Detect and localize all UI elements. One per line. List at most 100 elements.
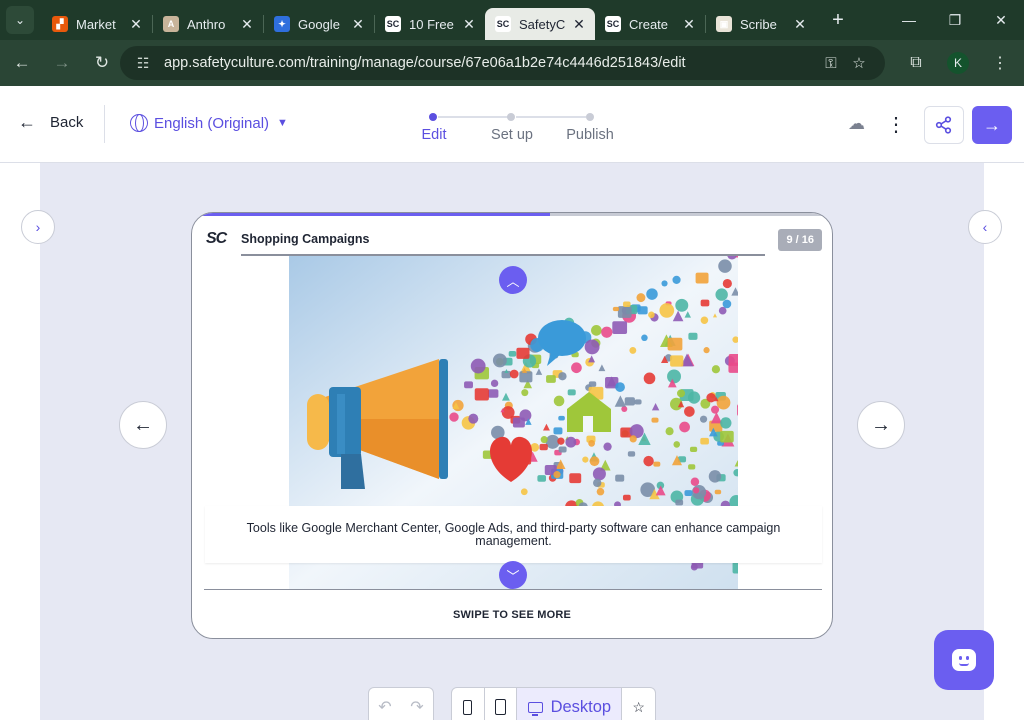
new-tab-button[interactable]: +	[824, 6, 852, 34]
chevron-left-icon: ‹	[982, 219, 988, 235]
window-controls: — ❐ ✕	[886, 0, 1024, 40]
reload-button[interactable]: ↻	[84, 45, 120, 81]
browser-tabs: ▞ Market ✕ A Anthro ✕ ✦ Google ✕ SC 10 Free ✕ SC Safe…	[42, 0, 816, 40]
tab-title: Google	[298, 16, 340, 32]
expand-right-panel-button[interactable]: ‹	[968, 210, 1002, 244]
step-connector	[438, 116, 508, 118]
site-settings-icon[interactable]: ☷	[132, 52, 154, 74]
browser-tabstrip: ⌄ ▞ Market ✕ A Anthro ✕ ✦ Google ✕ SC 10 Free ✕ SC Sa…	[0, 0, 1024, 40]
desktop-label: Desktop	[550, 697, 612, 716]
profile-button[interactable]: K	[940, 45, 976, 81]
bookmark-star-icon[interactable]: ☆	[845, 54, 873, 72]
left-panel-strip	[0, 163, 40, 720]
browser-forward-button[interactable]: →	[44, 45, 80, 81]
slide-title: Shopping Campaigns	[241, 232, 370, 246]
scroll-up-button[interactable]: ︿	[499, 266, 527, 294]
back-button[interactable]: ← Back	[18, 112, 83, 133]
avatar: K	[947, 52, 969, 74]
browser-tab[interactable]: ▣ Scribe ✕	[706, 8, 816, 40]
toolbar-right: ⧉ K ⋮	[898, 40, 1024, 86]
restore-button[interactable]: ❐	[932, 0, 978, 40]
close-tab-icon[interactable]: ✕	[461, 16, 477, 33]
star-icon: ☆	[632, 698, 645, 715]
tab-search-button[interactable]: ⌄	[6, 6, 34, 34]
close-tab-icon[interactable]: ✕	[571, 16, 587, 33]
tab-favicon-icon: ▞	[52, 16, 68, 32]
phone-icon	[463, 699, 473, 715]
tab-favicon-icon: SC	[605, 16, 621, 32]
key-icon[interactable]: ⚿	[817, 55, 845, 72]
step-setup[interactable]: Set up	[491, 127, 533, 143]
slide-caption: Tools like Google Merchant Center, Googl…	[246, 520, 781, 548]
reload-icon: ↻	[94, 53, 110, 72]
browser-tab[interactable]: SC 10 Free ✕	[375, 8, 485, 40]
browser-tab[interactable]: A Anthro ✕	[153, 8, 263, 40]
close-tab-icon[interactable]: ✕	[239, 16, 255, 33]
browser-toolbar: ← → ↻ ☷ app.safetyculture.com/training/m…	[0, 40, 1024, 86]
tablet-preview-button[interactable]	[485, 688, 518, 720]
browser-menu-icon[interactable]: ⋮	[982, 45, 1018, 81]
close-tab-icon[interactable]: ✕	[350, 16, 366, 33]
more-options-button[interactable]: ⋮	[886, 112, 906, 137]
browser-tab[interactable]: SC Create ✕	[595, 8, 705, 40]
stepper: Edit Set up Publish	[418, 110, 618, 150]
help-chat-button[interactable]	[934, 630, 994, 690]
previous-slide-button[interactable]: ←	[119, 401, 167, 449]
step-publish[interactable]: Publish	[566, 127, 614, 143]
tab-favicon-icon: ▣	[716, 16, 732, 32]
close-tab-icon[interactable]: ✕	[681, 16, 697, 33]
share-button[interactable]	[924, 106, 964, 144]
next-step-button[interactable]: →	[972, 106, 1012, 144]
mobile-preview-button[interactable]	[452, 688, 485, 720]
scroll-down-button[interactable]: ﹀	[499, 561, 527, 589]
browser-back-button[interactable]: ←	[4, 45, 40, 81]
close-tab-icon[interactable]: ✕	[792, 16, 808, 33]
tab-title: Anthro	[187, 16, 226, 32]
share-icon	[935, 116, 952, 134]
tab-favicon-icon: SC	[385, 16, 401, 32]
tab-title: 10 Free	[409, 16, 454, 32]
chevron-right-icon: ›	[35, 219, 41, 235]
tab-title: SafetyC	[519, 16, 566, 32]
close-window-button[interactable]: ✕	[978, 0, 1024, 40]
step-edit[interactable]: Edit	[422, 127, 447, 143]
step-dot-publish	[586, 113, 594, 121]
tab-title: Create	[629, 16, 669, 32]
swipe-hint: SWIPE TO SEE MORE	[452, 609, 572, 621]
tab-favicon-icon: ✦	[274, 16, 290, 32]
step-dot-setup	[507, 113, 515, 121]
chat-bot-icon	[952, 649, 976, 671]
tab-favicon-icon: SC	[495, 16, 511, 32]
minimize-button[interactable]: —	[886, 0, 932, 40]
arrow-right-icon: →	[983, 114, 1001, 135]
favorite-button[interactable]: ☆	[622, 688, 655, 720]
browser-tab[interactable]: ▞ Market ✕	[42, 8, 152, 40]
device-preview-group: Desktop ☆	[451, 687, 656, 720]
app-header: ← Back English (Original) ▼ Edit Set up …	[0, 86, 1024, 163]
slide-progress-fill	[192, 213, 551, 216]
arrow-left-icon: ←	[133, 413, 153, 436]
footer-rule	[204, 589, 822, 590]
browser-tab[interactable]: SC SafetyC ✕	[485, 8, 595, 40]
close-tab-icon[interactable]: ✕	[128, 16, 144, 33]
url-text[interactable]: app.safetyculture.com/training/manage/co…	[164, 55, 817, 71]
language-label: English (Original)	[154, 114, 270, 132]
arrow-left-icon: ←	[13, 53, 31, 72]
browser-tab[interactable]: ✦ Google ✕	[264, 8, 374, 40]
divider	[104, 105, 105, 143]
redo-button[interactable]: ↷	[401, 697, 433, 717]
extensions-icon[interactable]: ⧉	[898, 45, 934, 81]
undo-button[interactable]: ↶	[369, 697, 401, 717]
arrow-right-icon: →	[53, 53, 71, 72]
globe-icon	[130, 114, 148, 132]
next-slide-button[interactable]: →	[857, 401, 905, 449]
address-bar[interactable]: ☷ app.safetyculture.com/training/manage/…	[120, 46, 885, 80]
caption-box: Tools like Google Merchant Center, Googl…	[205, 506, 822, 563]
expand-left-panel-button[interactable]: ›	[21, 210, 55, 244]
safetyculture-logo: SC	[206, 230, 227, 247]
arrow-left-icon: ←	[18, 112, 36, 132]
language-selector[interactable]: English (Original) ▼	[130, 114, 288, 132]
title-rule	[241, 254, 765, 256]
desktop-preview-button[interactable]: Desktop	[517, 688, 623, 720]
cloud-sync-icon: ☁	[848, 114, 865, 133]
